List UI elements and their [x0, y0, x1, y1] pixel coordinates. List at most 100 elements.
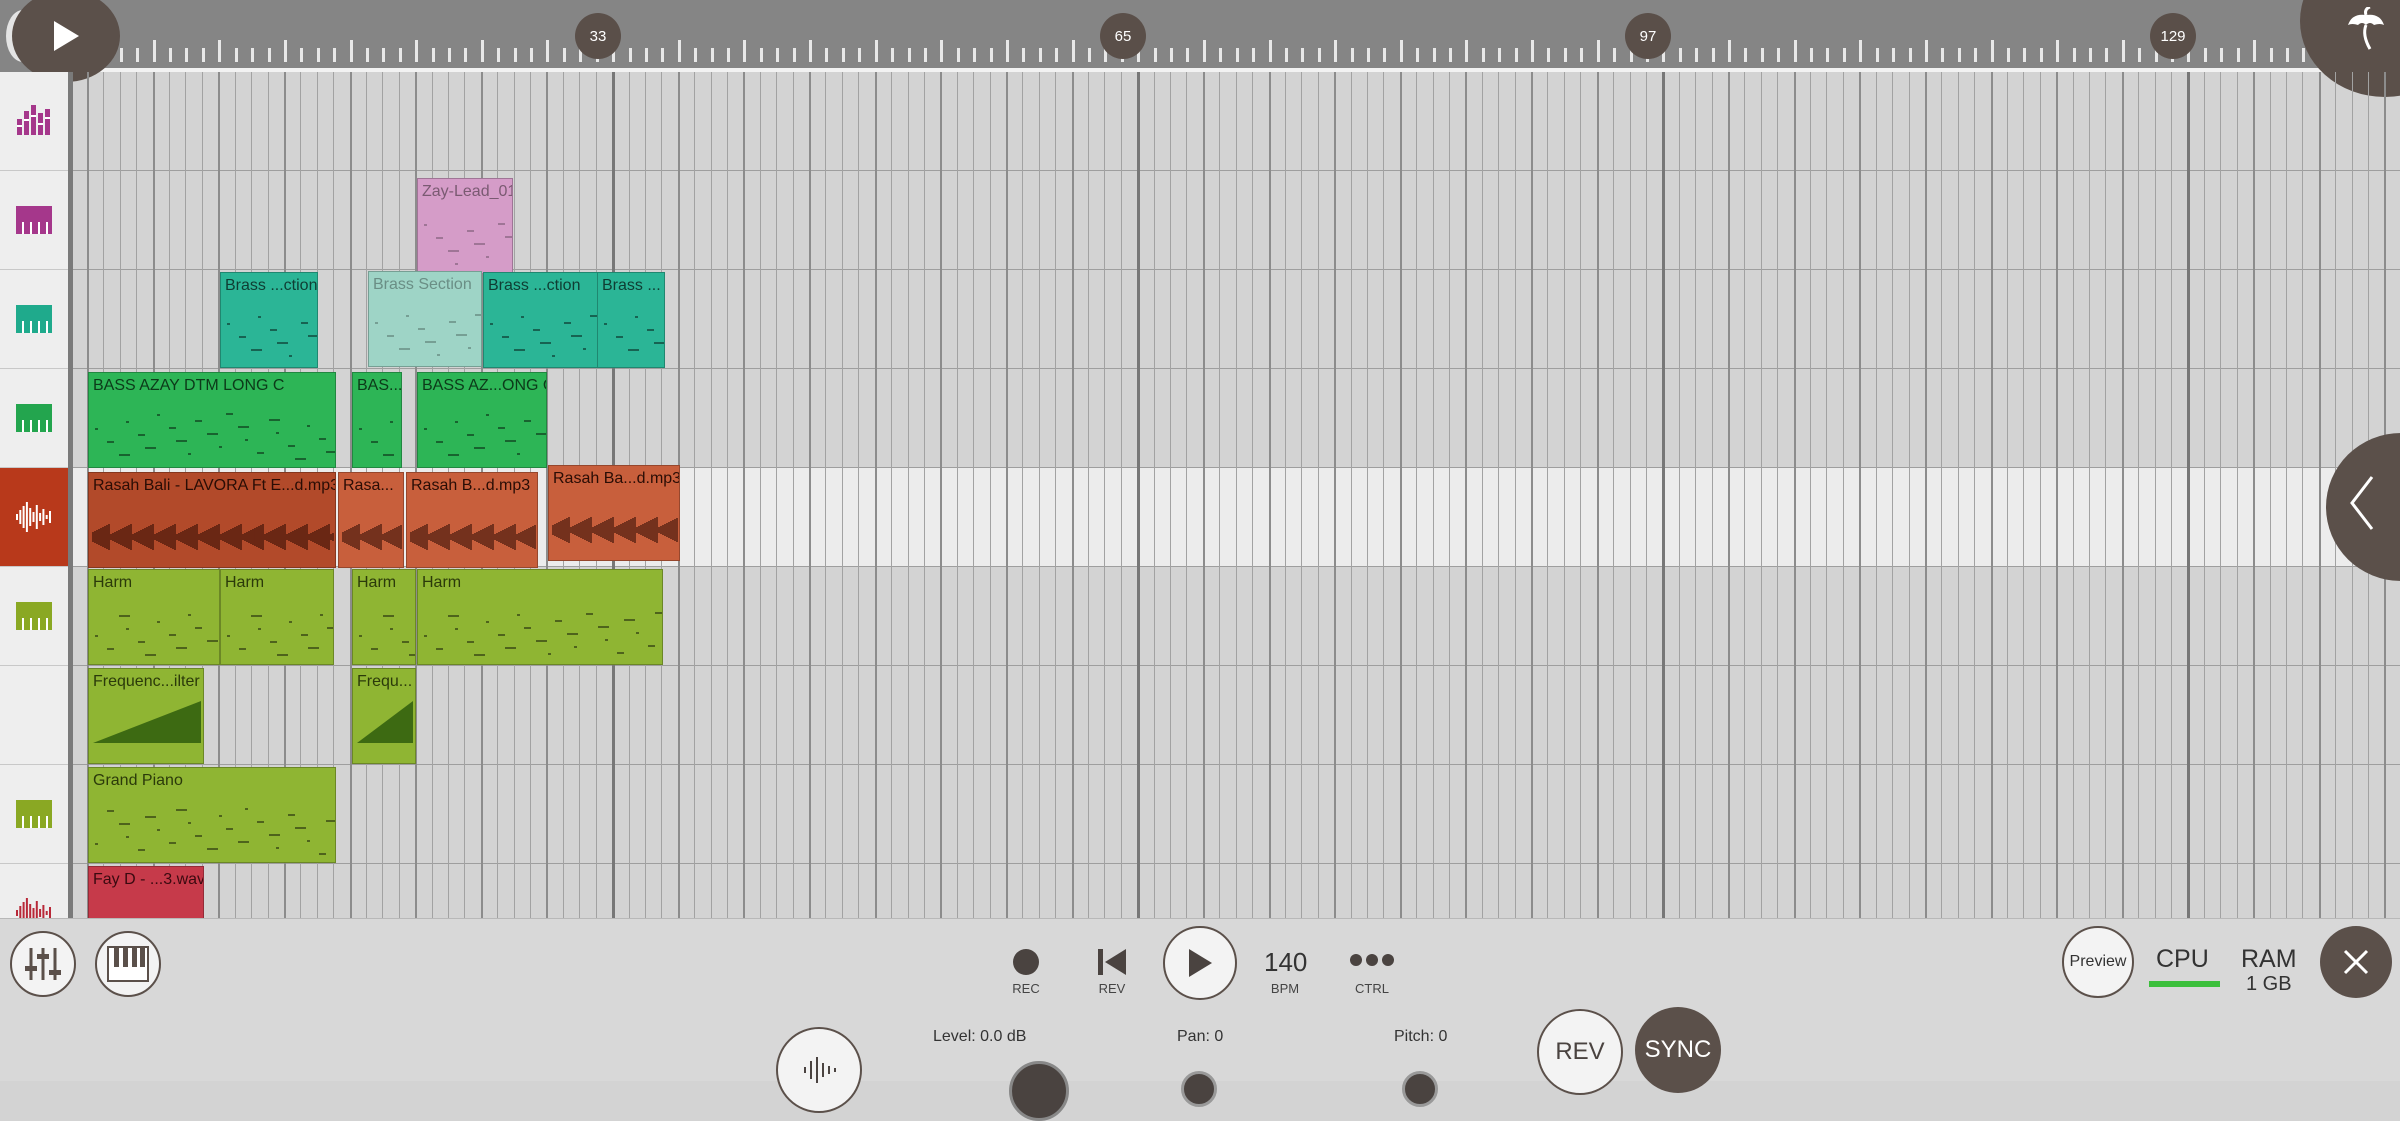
clip[interactable]: BASS AZAY DTM LONG C — [88, 372, 336, 468]
track-header[interactable] — [0, 864, 68, 918]
level-label: Level: 0.0 dB — [933, 1028, 1027, 1045]
grid-line — [2023, 72, 2025, 918]
rewind-button[interactable] — [1096, 947, 1128, 977]
grid-line — [776, 72, 778, 918]
mixer-sliders-icon — [25, 948, 61, 980]
track-header[interactable] — [0, 666, 68, 765]
grid-line — [907, 72, 909, 918]
grid-line — [1038, 72, 1040, 918]
track-header[interactable] — [0, 567, 68, 666]
bar-marker[interactable]: 97 — [1625, 13, 1671, 59]
pan-label: Pan: 0 — [1177, 1028, 1224, 1045]
ruler-tick — [1268, 40, 1272, 62]
clip[interactable]: Harm — [417, 569, 663, 665]
clip[interactable]: Frequ... — [352, 668, 416, 764]
ruler-tick — [2121, 40, 2125, 62]
ruler-tick — [2253, 40, 2257, 62]
clip[interactable]: Harm — [352, 569, 416, 665]
clip[interactable]: Brass Section — [368, 271, 482, 367]
piano-roll-button[interactable] — [95, 931, 161, 997]
audio-waveform-track-icon — [16, 898, 51, 918]
ctrl-more-button[interactable] — [1349, 953, 1395, 967]
clip[interactable]: Fay D - ...3.wav — [88, 866, 204, 918]
reverse-toggle[interactable]: REV — [1537, 1009, 1623, 1095]
bar-marker[interactable]: 33 — [575, 13, 621, 59]
ruler-tick — [1728, 40, 1731, 62]
track-header[interactable] — [0, 765, 68, 864]
clip[interactable]: Harm — [220, 569, 334, 665]
track-header[interactable] — [0, 369, 68, 468]
ruler-tick — [136, 48, 140, 62]
sample-waveform-button[interactable] — [776, 1027, 862, 1113]
piano-keys-icon — [107, 946, 149, 982]
grid-line — [1514, 72, 1516, 918]
arrangement-grid[interactable]: Zay-Lead_01 Brass ...ction Brass Section Br… — [73, 72, 2400, 918]
ruler-tick — [825, 48, 829, 62]
grid-line — [1005, 72, 1008, 918]
clip[interactable]: Rasah B...d.mp3 — [406, 472, 538, 568]
pitch-knob[interactable] — [1402, 1071, 1438, 1107]
ruler-tick — [677, 40, 681, 62]
clip[interactable]: Grand Piano — [88, 767, 336, 863]
grid-line — [1957, 72, 1959, 918]
clip[interactable]: Frequenc...ilter — [88, 668, 204, 764]
preview-button[interactable]: Preview — [2062, 926, 2134, 998]
grid-line — [1449, 72, 1451, 918]
close-button[interactable] — [2320, 926, 2392, 998]
timeline-ruler[interactable]: 33 65 97 129 — [0, 0, 2400, 72]
track-header[interactable] — [0, 171, 68, 270]
clip[interactable]: BAS... — [352, 372, 402, 468]
ruler-tick — [1252, 48, 1256, 62]
track-header[interactable] — [0, 270, 68, 369]
grid-line — [1186, 72, 1188, 918]
grid-line — [2039, 72, 2041, 918]
clip[interactable]: BASS AZ...ONG C — [417, 372, 547, 468]
grid-line — [1678, 72, 1680, 918]
grid-line — [1941, 72, 1943, 918]
bar-marker[interactable]: 65 — [1100, 13, 1146, 59]
grid-line — [2203, 72, 2205, 918]
play-button[interactable] — [1163, 926, 1237, 1000]
grid-line — [2072, 72, 2074, 918]
grid-line — [1071, 72, 1074, 918]
track-header[interactable] — [0, 72, 68, 171]
clip-content — [93, 701, 201, 743]
ruler-tick — [743, 40, 747, 62]
mixer-button[interactable] — [10, 931, 76, 997]
grid-line — [1022, 72, 1024, 918]
ruler-tick — [267, 48, 271, 62]
chevron-left-icon — [2350, 476, 2374, 530]
grid-line — [1104, 72, 1106, 918]
grid-line — [1842, 72, 1844, 918]
cpu-meter — [2149, 981, 2220, 987]
clip[interactable]: Brass ...ction — [483, 272, 599, 368]
bar-marker[interactable]: 129 — [2150, 13, 2196, 59]
bpm-value[interactable]: 140 — [1264, 947, 1307, 978]
ruler-tick — [956, 48, 960, 62]
ruler-tick — [1695, 48, 1699, 62]
ruler-tick — [1317, 48, 1321, 62]
record-button[interactable] — [1013, 949, 1039, 975]
grid-line — [989, 72, 991, 918]
grid-line — [2121, 72, 2124, 918]
ruler-tick — [1957, 48, 1961, 62]
pan-knob[interactable] — [1181, 1071, 1217, 1107]
clip[interactable]: Rasah Bali - LAVORA Ft E...d.mp3 — [88, 472, 336, 568]
ruler-tick — [644, 48, 648, 62]
clip[interactable]: Rasa... — [338, 472, 404, 568]
clip[interactable]: Brass ...ction — [220, 272, 318, 368]
clip[interactable]: Rasah Ba...d.mp3 — [548, 465, 680, 561]
grid-line — [2138, 72, 2140, 918]
grid-line — [1219, 72, 1221, 918]
clip[interactable]: Brass ... — [597, 272, 665, 368]
ruler-tick — [2138, 48, 2142, 62]
grid-line — [1826, 72, 1828, 918]
grid-line — [825, 72, 827, 918]
track-header[interactable] — [0, 468, 68, 567]
sync-toggle[interactable]: SYNC — [1635, 1007, 1721, 1093]
grid-line — [743, 72, 746, 918]
clip[interactable]: Zay-Lead_01 — [417, 178, 513, 274]
grid-line — [1334, 72, 1337, 918]
level-knob[interactable] — [1009, 1061, 1069, 1121]
clip[interactable]: Harm — [88, 569, 220, 665]
